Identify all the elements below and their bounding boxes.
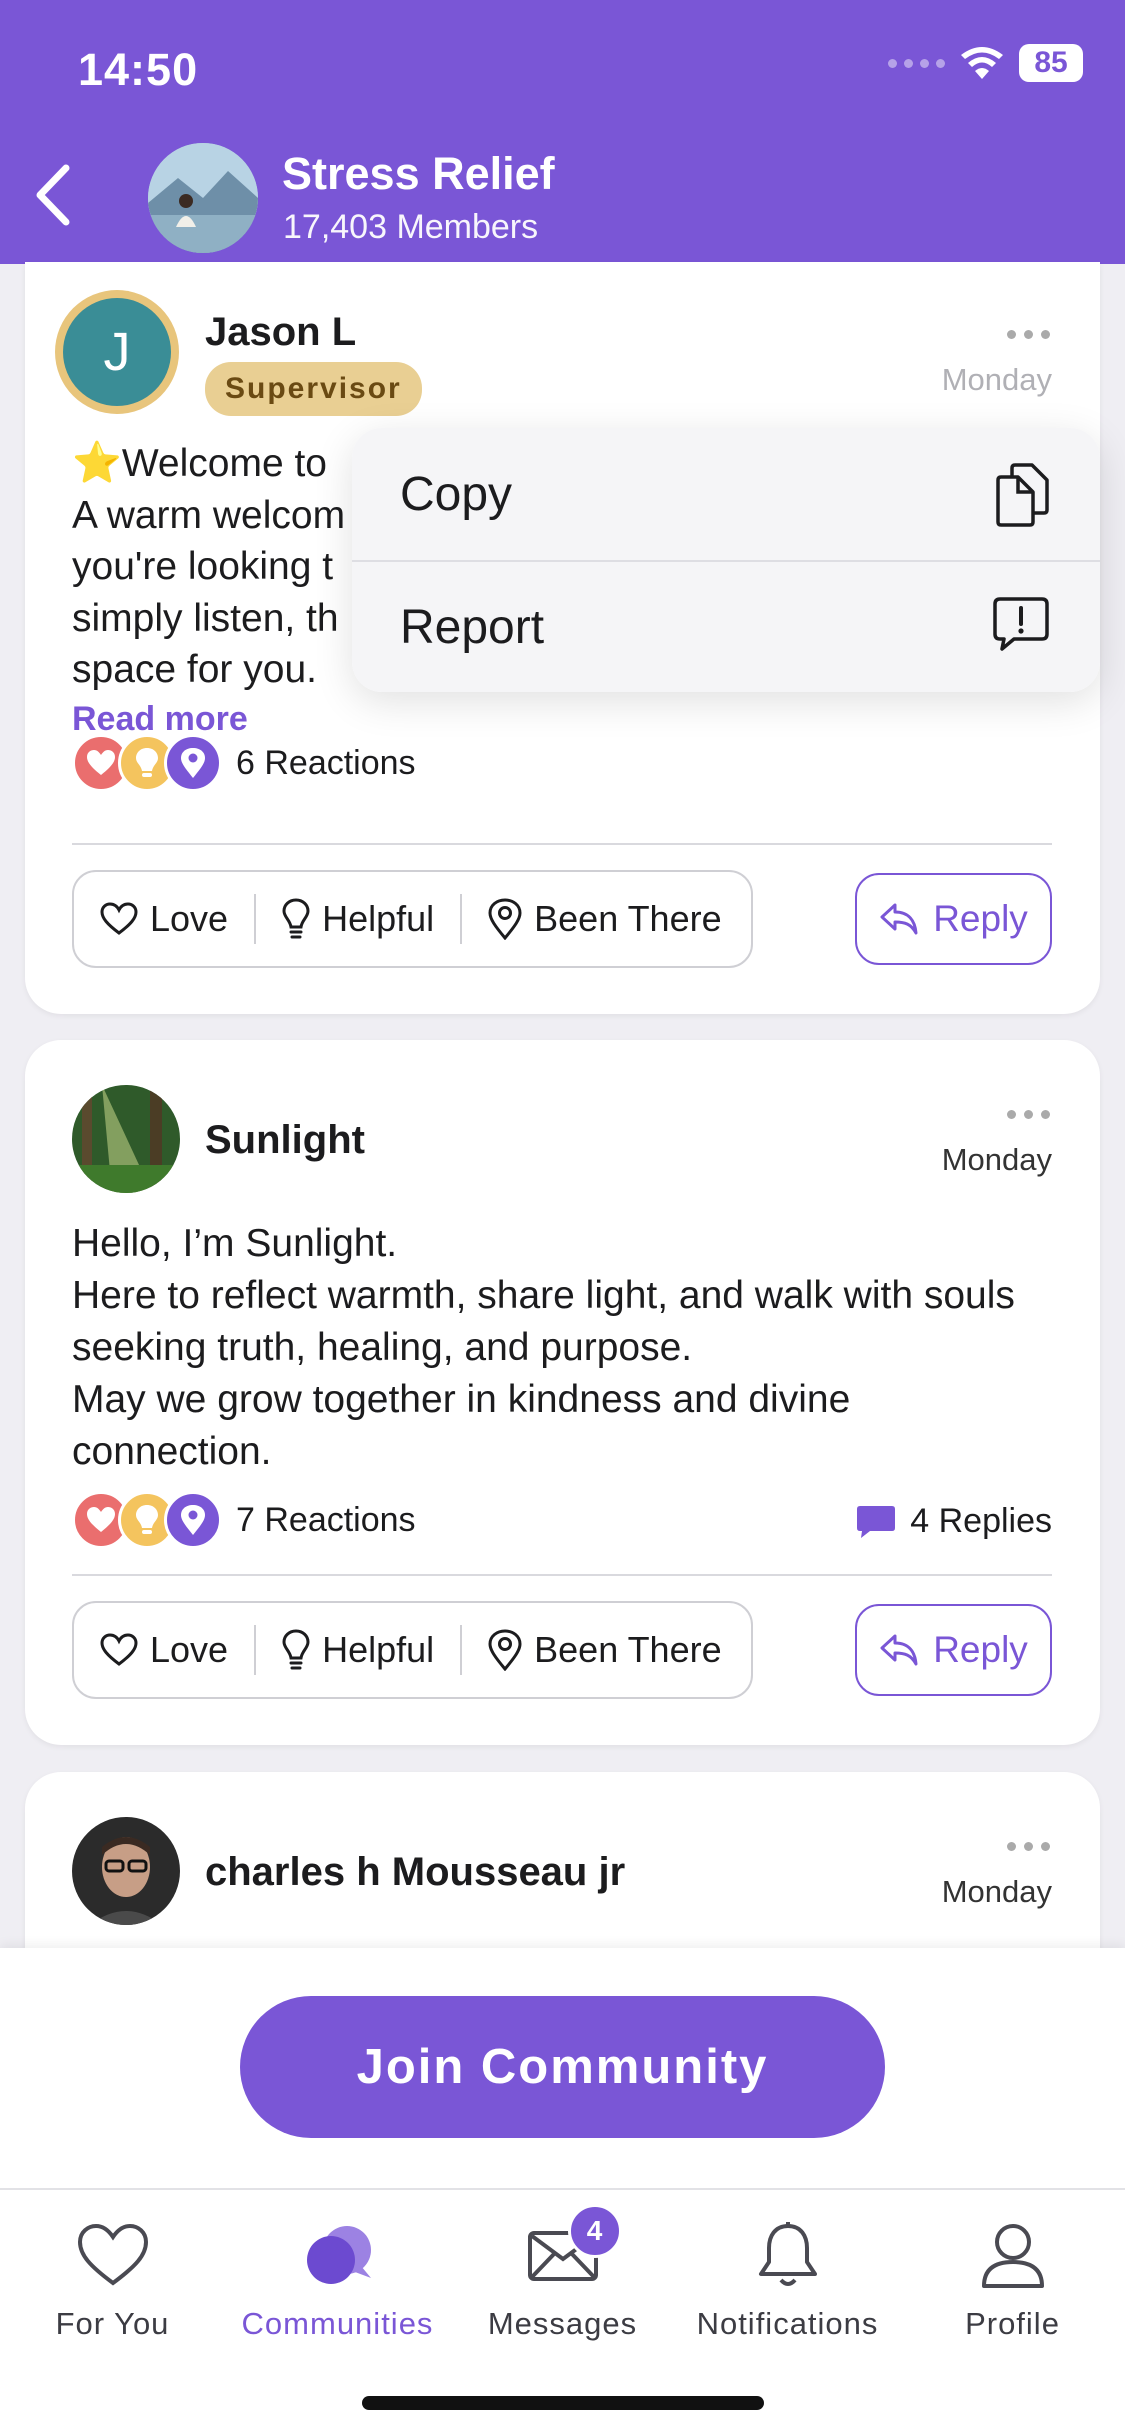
community-avatar bbox=[148, 143, 258, 253]
join-area: Join Community bbox=[0, 1948, 1125, 2188]
status-time: 14:50 bbox=[78, 44, 199, 95]
star-emoji: ⭐ bbox=[72, 441, 122, 485]
been-there-button[interactable]: Been There bbox=[460, 894, 747, 944]
more-options-icon[interactable] bbox=[1007, 330, 1050, 339]
tab-messages[interactable]: 4 Messages bbox=[450, 2204, 675, 2342]
messages-badge: 4 bbox=[567, 2204, 622, 2258]
reaction-count: 6 Reactions bbox=[236, 743, 416, 782]
divider bbox=[72, 1574, 1052, 1576]
tab-profile[interactable]: Profile bbox=[900, 2212, 1125, 2342]
reply-arrow-icon bbox=[880, 903, 918, 935]
heart-outline-icon bbox=[68, 2212, 158, 2298]
member-count: 17,403 Members bbox=[283, 208, 539, 246]
love-button[interactable]: Love bbox=[74, 894, 254, 944]
avatar-initial: J bbox=[63, 298, 171, 406]
reaction-summary[interactable]: 6 Reactions bbox=[72, 734, 416, 792]
post-body: Hello, I’m Sunlight. Here to reflect war… bbox=[72, 1222, 1015, 1473]
avatar[interactable]: J bbox=[55, 290, 179, 414]
location-pin-outline-icon bbox=[488, 1629, 522, 1671]
home-indicator bbox=[362, 2396, 764, 2410]
status-indicators: 85 bbox=[888, 44, 1083, 82]
post-card[interactable]: Sunlight Monday Hello, I’m Sunlight. Her… bbox=[25, 1040, 1100, 1745]
join-community-button[interactable]: Join Community bbox=[240, 1996, 885, 2138]
context-menu: Copy Report bbox=[352, 428, 1100, 692]
bell-icon bbox=[743, 2212, 833, 2298]
lightbulb-outline-icon bbox=[282, 898, 310, 939]
community-header: 14:50 85 Stress Relief 17,403 Members bbox=[0, 0, 1125, 264]
battery-icon: 85 bbox=[1019, 44, 1083, 82]
post-author[interactable]: charles h Mousseau jr bbox=[205, 1850, 625, 1895]
tab-notifications[interactable]: Notifications bbox=[675, 2212, 900, 2342]
tab-for-you[interactable]: For You bbox=[0, 2212, 225, 2342]
heart-outline-icon bbox=[100, 902, 138, 935]
love-button[interactable]: Love bbox=[74, 1625, 254, 1675]
post-time: Monday bbox=[941, 1142, 1052, 1177]
back-button[interactable] bbox=[22, 160, 82, 230]
reply-arrow-icon bbox=[880, 1634, 918, 1666]
tab-communities[interactable]: Communities bbox=[225, 2212, 450, 2342]
location-pin-icon bbox=[164, 734, 222, 792]
signal-icon bbox=[888, 58, 945, 68]
copy-menu-item[interactable]: Copy bbox=[352, 428, 1100, 560]
chat-bubble-icon bbox=[857, 1505, 896, 1538]
helpful-button[interactable]: Helpful bbox=[254, 894, 460, 944]
heart-outline-icon bbox=[100, 1633, 138, 1666]
post-author[interactable]: Sunlight bbox=[205, 1118, 365, 1163]
community-title: Stress Relief bbox=[282, 148, 555, 199]
reaction-bar: Love Helpful Been There bbox=[72, 870, 753, 968]
more-options-icon[interactable] bbox=[1007, 1110, 1050, 1119]
communities-icon bbox=[293, 2212, 383, 2298]
wifi-icon bbox=[961, 47, 1003, 79]
location-pin-icon bbox=[164, 1491, 222, 1549]
reply-button[interactable]: Reply bbox=[855, 1604, 1052, 1696]
location-pin-outline-icon bbox=[488, 898, 522, 940]
avatar[interactable] bbox=[72, 1085, 180, 1193]
reaction-count: 7 Reactions bbox=[236, 1500, 416, 1539]
avatar[interactable] bbox=[72, 1817, 180, 1925]
report-icon bbox=[993, 597, 1049, 651]
helpful-button[interactable]: Helpful bbox=[254, 1625, 460, 1675]
reply-button[interactable]: Reply bbox=[855, 873, 1052, 965]
post-time: Monday bbox=[941, 1874, 1052, 1909]
supervisor-badge: Supervisor bbox=[205, 362, 422, 416]
envelope-icon: 4 bbox=[518, 2204, 622, 2298]
chevron-left-icon bbox=[36, 164, 70, 226]
report-menu-item[interactable]: Report bbox=[352, 560, 1100, 692]
lightbulb-outline-icon bbox=[282, 1629, 310, 1670]
post-time: Monday bbox=[941, 362, 1052, 397]
user-icon bbox=[968, 2212, 1058, 2298]
replies-link[interactable]: 4 Replies bbox=[856, 1502, 1052, 1541]
more-options-icon[interactable] bbox=[1007, 1842, 1050, 1851]
post-author[interactable]: Jason L bbox=[205, 310, 356, 355]
divider bbox=[72, 843, 1052, 845]
been-there-button[interactable]: Been There bbox=[460, 1625, 747, 1675]
reaction-bar: Love Helpful Been There bbox=[72, 1601, 753, 1699]
reaction-summary[interactable]: 7 Reactions bbox=[72, 1491, 416, 1549]
copy-icon bbox=[996, 463, 1049, 527]
